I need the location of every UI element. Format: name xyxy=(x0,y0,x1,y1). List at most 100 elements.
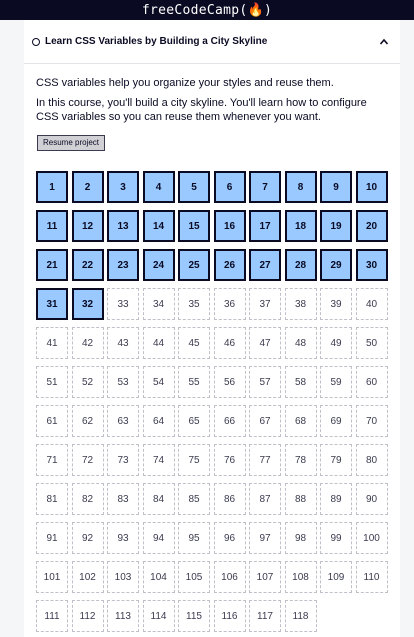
step-button[interactable]: 85 xyxy=(178,483,210,515)
step-button[interactable]: 81 xyxy=(36,483,68,515)
step-button[interactable]: 109 xyxy=(320,561,352,593)
step-button[interactable]: 44 xyxy=(142,327,175,359)
step-button[interactable]: 62 xyxy=(71,405,104,437)
step-button[interactable]: 59 xyxy=(320,366,352,398)
step-button[interactable]: 11 xyxy=(36,210,68,242)
step-button[interactable]: 108 xyxy=(284,561,317,593)
step-button[interactable]: 58 xyxy=(284,366,317,398)
step-button[interactable]: 116 xyxy=(213,600,246,632)
step-button[interactable]: 25 xyxy=(178,249,210,281)
step-button[interactable]: 16 xyxy=(213,210,246,242)
step-button[interactable]: 87 xyxy=(249,483,281,515)
step-button[interactable]: 18 xyxy=(284,210,317,242)
step-button[interactable]: 104 xyxy=(142,561,175,593)
step-button[interactable]: 89 xyxy=(320,483,352,515)
step-button[interactable]: 3 xyxy=(107,171,139,203)
step-button[interactable]: 103 xyxy=(107,561,139,593)
step-button[interactable]: 40 xyxy=(355,288,388,320)
step-button[interactable]: 6 xyxy=(213,171,246,203)
step-button[interactable]: 72 xyxy=(71,444,104,476)
step-button[interactable]: 102 xyxy=(71,561,104,593)
step-button[interactable]: 57 xyxy=(249,366,281,398)
step-button[interactable]: 88 xyxy=(284,483,317,515)
step-button[interactable]: 13 xyxy=(107,210,139,242)
step-button[interactable]: 95 xyxy=(178,522,210,554)
step-button[interactable]: 90 xyxy=(355,483,388,515)
step-button[interactable]: 74 xyxy=(142,444,175,476)
step-button[interactable]: 63 xyxy=(107,405,139,437)
step-button[interactable]: 93 xyxy=(107,522,139,554)
step-button[interactable]: 100 xyxy=(355,522,388,554)
step-button[interactable]: 4 xyxy=(142,171,175,203)
step-button[interactable]: 39 xyxy=(320,288,352,320)
step-button[interactable]: 86 xyxy=(213,483,246,515)
step-button[interactable]: 52 xyxy=(71,366,104,398)
step-button[interactable]: 33 xyxy=(107,288,139,320)
step-button[interactable]: 94 xyxy=(142,522,175,554)
brand-logo[interactable]: freeCodeCamp(🔥) xyxy=(142,3,272,18)
step-button[interactable]: 78 xyxy=(284,444,317,476)
step-button[interactable]: 99 xyxy=(320,522,352,554)
step-button[interactable]: 45 xyxy=(178,327,210,359)
section-header[interactable]: Learn CSS Variables by Building a City S… xyxy=(24,20,400,64)
step-button[interactable]: 51 xyxy=(36,366,68,398)
step-button[interactable]: 37 xyxy=(249,288,281,320)
step-button[interactable]: 112 xyxy=(71,600,104,632)
step-button[interactable]: 101 xyxy=(36,561,68,593)
step-button[interactable]: 21 xyxy=(36,249,68,281)
step-button[interactable]: 48 xyxy=(284,327,317,359)
step-button[interactable]: 14 xyxy=(142,210,175,242)
step-button[interactable]: 19 xyxy=(320,210,352,242)
step-button[interactable]: 113 xyxy=(107,600,139,632)
step-button[interactable]: 84 xyxy=(142,483,175,515)
step-button[interactable]: 43 xyxy=(107,327,139,359)
step-button[interactable]: 17 xyxy=(249,210,281,242)
step-button[interactable]: 69 xyxy=(320,405,352,437)
step-button[interactable]: 61 xyxy=(36,405,68,437)
step-button[interactable]: 107 xyxy=(249,561,281,593)
step-button[interactable]: 35 xyxy=(178,288,210,320)
step-button[interactable]: 32 xyxy=(71,288,104,320)
step-button[interactable]: 80 xyxy=(355,444,388,476)
step-button[interactable]: 79 xyxy=(320,444,352,476)
step-button[interactable]: 5 xyxy=(178,171,210,203)
step-button[interactable]: 36 xyxy=(213,288,246,320)
step-button[interactable]: 68 xyxy=(284,405,317,437)
caret-up-icon[interactable] xyxy=(378,36,390,48)
step-button[interactable]: 71 xyxy=(36,444,68,476)
step-button[interactable]: 12 xyxy=(71,210,104,242)
step-button[interactable]: 7 xyxy=(249,171,281,203)
step-button[interactable]: 22 xyxy=(71,249,104,281)
step-button[interactable]: 38 xyxy=(284,288,317,320)
step-button[interactable]: 53 xyxy=(107,366,139,398)
step-button[interactable]: 41 xyxy=(36,327,68,359)
step-button[interactable]: 70 xyxy=(355,405,388,437)
step-button[interactable]: 91 xyxy=(36,522,68,554)
step-button[interactable]: 75 xyxy=(178,444,210,476)
step-button[interactable]: 31 xyxy=(36,288,68,320)
step-button[interactable]: 2 xyxy=(71,171,104,203)
step-button[interactable]: 50 xyxy=(355,327,388,359)
step-button[interactable]: 110 xyxy=(355,561,388,593)
step-button[interactable]: 111 xyxy=(36,600,68,632)
step-button[interactable]: 54 xyxy=(142,366,175,398)
step-button[interactable]: 60 xyxy=(355,366,388,398)
step-button[interactable]: 115 xyxy=(178,600,210,632)
step-button[interactable]: 56 xyxy=(213,366,246,398)
step-button[interactable]: 92 xyxy=(71,522,104,554)
step-button[interactable]: 27 xyxy=(249,249,281,281)
resume-project-button[interactable]: Resume project xyxy=(37,135,106,151)
step-button[interactable]: 28 xyxy=(284,249,317,281)
step-button[interactable]: 105 xyxy=(178,561,210,593)
step-button[interactable]: 46 xyxy=(213,327,246,359)
step-button[interactable]: 117 xyxy=(249,600,281,632)
step-button[interactable]: 9 xyxy=(320,171,352,203)
step-button[interactable]: 77 xyxy=(249,444,281,476)
step-button[interactable]: 47 xyxy=(249,327,281,359)
step-button[interactable]: 66 xyxy=(213,405,246,437)
step-button[interactable]: 64 xyxy=(142,405,175,437)
step-button[interactable]: 65 xyxy=(178,405,210,437)
step-button[interactable]: 76 xyxy=(213,444,246,476)
step-button[interactable]: 97 xyxy=(249,522,281,554)
step-button[interactable]: 106 xyxy=(213,561,246,593)
